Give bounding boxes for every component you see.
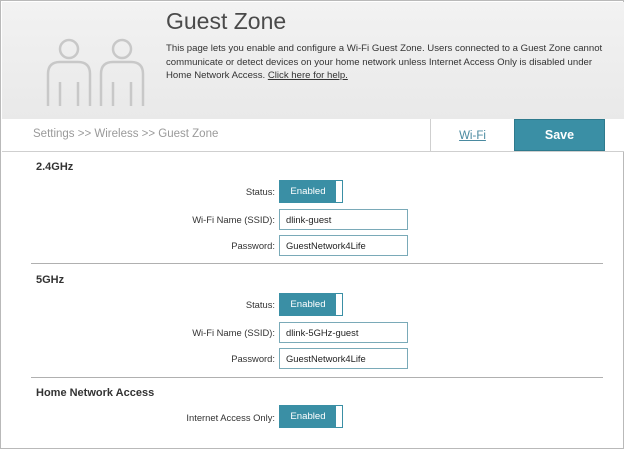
internet-access-only-label: Internet Access Only: <box>186 412 275 423</box>
breadcrumb-bar: Settings >> Wireless >> Guest Zone Wi-Fi… <box>2 119 624 152</box>
password-label-2-4ghz: Password: <box>231 240 275 251</box>
page-title: Guest Zone <box>166 8 287 34</box>
toggle-knob <box>335 294 342 315</box>
ssid-input-5ghz[interactable] <box>279 322 408 343</box>
toggle-state-label: Enabled <box>280 181 336 202</box>
save-button[interactable]: Save <box>514 119 605 151</box>
password-label-5ghz: Password: <box>231 353 275 364</box>
guest-users-icon <box>46 38 145 106</box>
password-input-5ghz[interactable] <box>279 348 408 369</box>
description-text: This page lets you enable and configure … <box>166 43 603 81</box>
page-header: Guest Zone This page lets you enable and… <box>2 2 624 119</box>
ssid-label-5ghz: Wi-Fi Name (SSID): <box>192 327 275 338</box>
internet-access-only-toggle[interactable]: Enabled <box>279 405 343 428</box>
section-title-2-4ghz: 2.4GHz <box>36 161 74 173</box>
help-link[interactable]: Click here for help. <box>268 70 348 81</box>
status-label-5ghz: Status: <box>245 299 275 310</box>
status-toggle-2-4ghz[interactable]: Enabled <box>279 180 343 203</box>
section-title-home-network-access: Home Network Access <box>36 387 155 399</box>
toggle-state-label: Enabled <box>280 406 336 427</box>
section-divider <box>31 263 603 264</box>
password-input-2-4ghz[interactable] <box>279 235 408 256</box>
status-label-2-4ghz: Status: <box>245 186 275 197</box>
wifi-link[interactable]: Wi-Fi <box>430 119 515 152</box>
page-frame: Guest Zone This page lets you enable and… <box>0 0 624 449</box>
section-title-5ghz: 5GHz <box>36 274 65 286</box>
page-description: This page lets you enable and configure … <box>166 42 618 83</box>
section-divider <box>31 377 603 378</box>
status-toggle-5ghz[interactable]: Enabled <box>279 293 343 316</box>
toggle-state-label: Enabled <box>280 294 336 315</box>
ssid-input-2-4ghz[interactable] <box>279 209 408 230</box>
ssid-label-2-4ghz: Wi-Fi Name (SSID): <box>192 214 275 225</box>
breadcrumb: Settings >> Wireless >> Guest Zone <box>33 128 219 140</box>
toggle-knob <box>335 181 342 202</box>
toggle-knob <box>335 406 342 427</box>
